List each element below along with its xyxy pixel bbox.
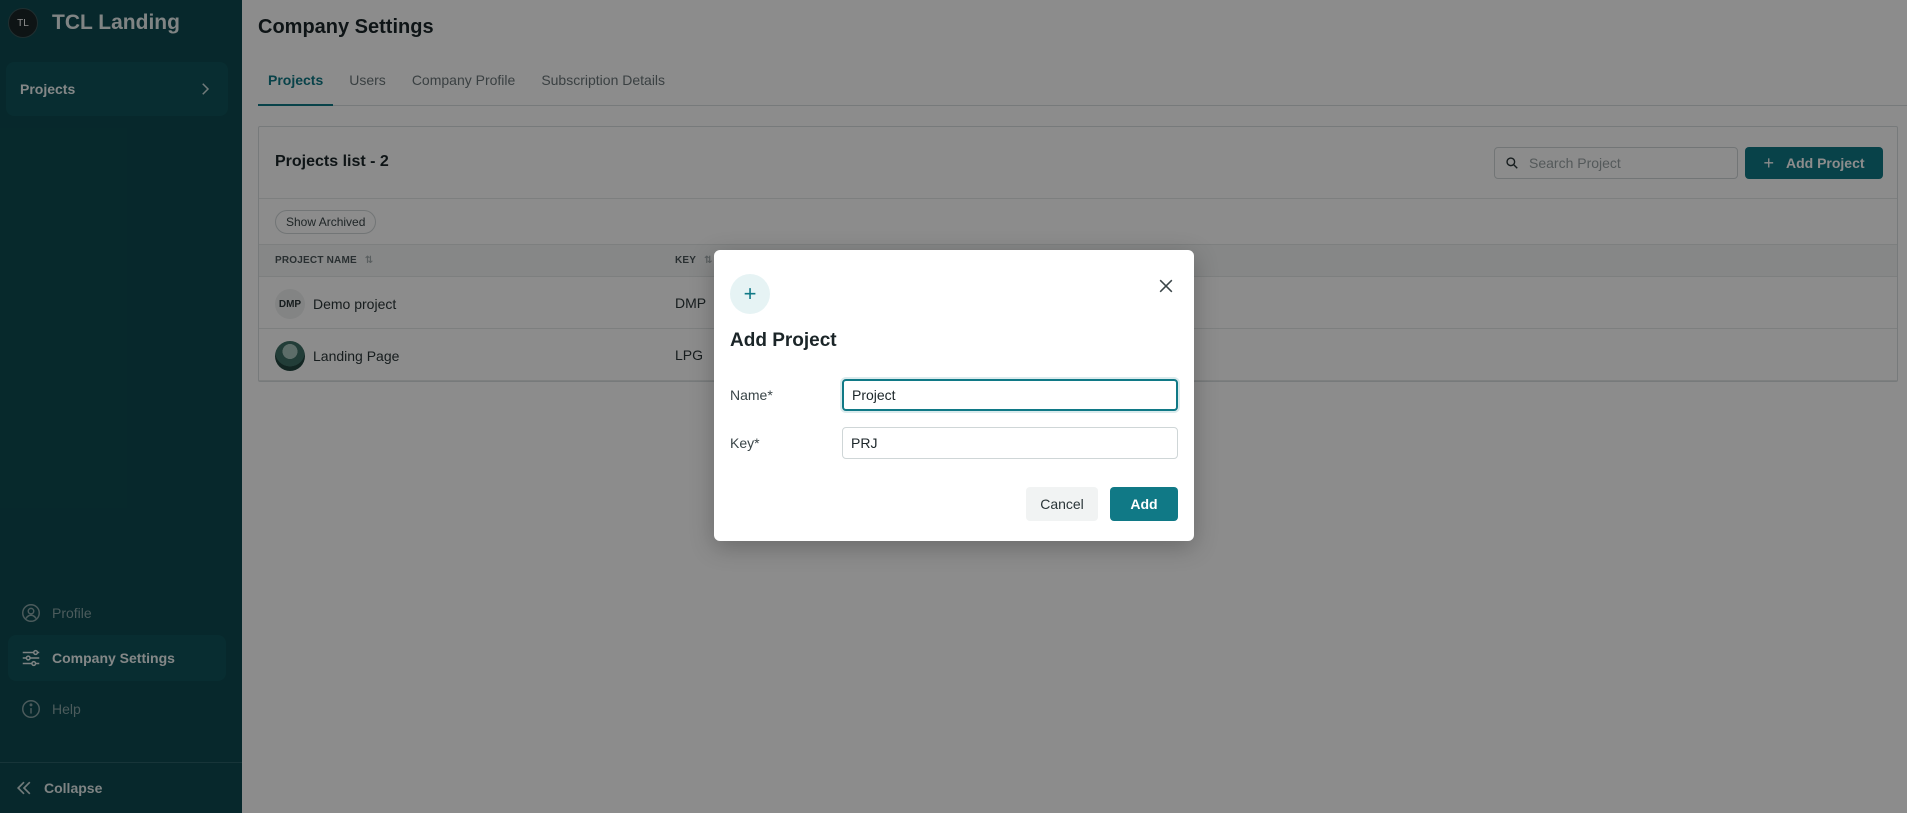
key-input[interactable] xyxy=(842,427,1178,459)
add-project-dialog: + Add Project Name* Key* Cancel Add xyxy=(714,250,1194,541)
add-button[interactable]: Add xyxy=(1110,487,1178,521)
plus-icon: + xyxy=(730,274,770,314)
cancel-button[interactable]: Cancel xyxy=(1026,487,1098,521)
dialog-title: Add Project xyxy=(730,330,837,351)
name-input[interactable] xyxy=(842,379,1178,411)
key-label: Key* xyxy=(730,435,760,451)
name-label: Name* xyxy=(730,387,773,403)
close-icon[interactable] xyxy=(1156,276,1176,296)
